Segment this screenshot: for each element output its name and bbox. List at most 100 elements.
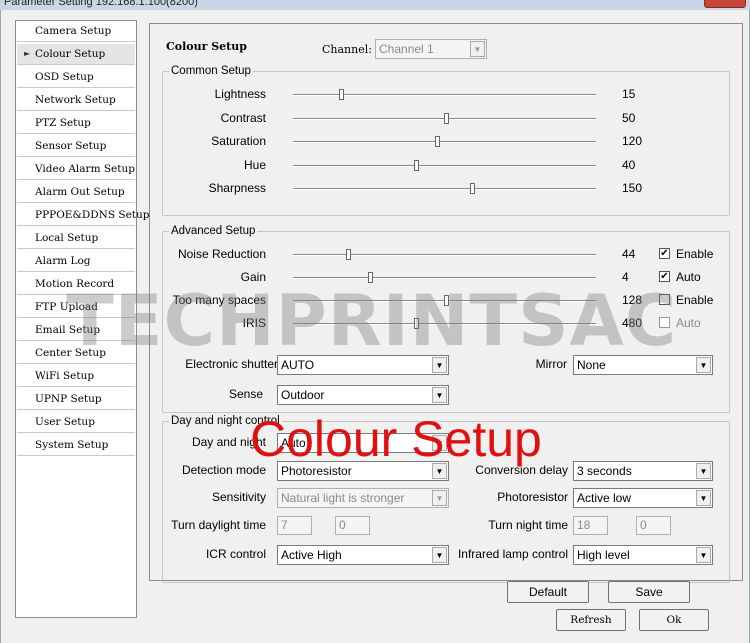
slider-thumb[interactable]	[444, 295, 449, 306]
slider[interactable]	[293, 112, 596, 125]
turn-night-hour-input[interactable]: 18	[573, 516, 608, 535]
sense-select[interactable]: Outdoor ▼	[277, 385, 449, 405]
sidebar-item-osd-setup[interactable]: OSD Setup	[17, 67, 135, 88]
slider[interactable]	[293, 136, 596, 148]
slider[interactable]	[293, 295, 596, 307]
slider-thumb[interactable]	[339, 89, 345, 100]
slider[interactable]	[293, 89, 596, 101]
advanced-setup-group: Advanced Setup Noise Reduction 44 ✔ Enable G…	[162, 224, 730, 413]
sidebar-item-video-alarm-setup[interactable]: Video Alarm Setup	[17, 159, 135, 180]
checkmark-icon: ✔	[660, 248, 669, 259]
sidebar-item-system-setup[interactable]: System Setup	[17, 435, 135, 456]
conversion-delay-label: Conversion delay	[475, 463, 568, 477]
slider-thumb[interactable]	[434, 136, 440, 147]
option-checkbox[interactable]	[659, 294, 670, 305]
slider-thumb[interactable]	[368, 272, 374, 283]
mirror-select[interactable]: None ▼	[573, 355, 713, 375]
sidebar-item-user-setup[interactable]: User Setup	[17, 412, 135, 433]
sidebar-item-ftp-upload[interactable]: FTP Upload	[17, 297, 135, 318]
sidebar-item-ptz-setup[interactable]: PTZ Setup	[17, 113, 135, 134]
common-setup-title: Common Setup	[169, 64, 253, 78]
chevron-down-icon: ▼	[432, 490, 447, 506]
option-checkbox-label: Enable	[676, 247, 714, 261]
turn-daylight-minute-input[interactable]: 0	[335, 516, 370, 535]
sidebar-item-label: Colour Setup	[35, 48, 106, 60]
window-title: Parameter Setting 192.168.1.100(8200)	[4, 0, 198, 8]
window-close-button[interactable]	[704, 0, 746, 8]
sidebar-item-camera-setup[interactable]: Camera Setup	[17, 21, 135, 42]
ok-button[interactable]: Ok	[639, 609, 709, 631]
sidebar-item-alarm-log[interactable]: Alarm Log	[17, 251, 135, 272]
sidebar-item-sensor-setup[interactable]: Sensor Setup	[17, 136, 135, 157]
sidebar-item-colour-setup[interactable]: ► Colour Setup	[17, 44, 135, 65]
slider-track	[293, 254, 596, 256]
checkmark-icon: ✔	[660, 271, 669, 282]
sidebar-item-network-setup[interactable]: Network Setup	[17, 90, 135, 111]
default-button[interactable]: Default	[507, 581, 589, 603]
chevron-down-icon: ▼	[432, 463, 447, 479]
slider-label: Contrast	[220, 110, 266, 125]
chevron-down-icon: ▼	[696, 357, 711, 373]
infrared-lamp-control-select[interactable]: High level ▼	[573, 545, 713, 565]
slider-value: 150	[622, 181, 643, 195]
refresh-button[interactable]: Refresh	[556, 609, 626, 631]
sidebar-item-email-setup[interactable]: Email Setup	[17, 320, 135, 341]
sidebar-item-label: Sensor Setup	[35, 140, 107, 152]
slider-label: Too many spaces	[172, 293, 266, 307]
icr-control-value: Active High	[281, 548, 342, 562]
photoresistor-select[interactable]: Active low ▼	[573, 488, 713, 508]
sidebar-item-label: Camera Setup	[35, 25, 112, 37]
slider[interactable]	[293, 183, 596, 195]
slider-thumb[interactable]	[469, 183, 475, 194]
sidebar-item-upnp-setup[interactable]: UPNP Setup	[17, 389, 135, 410]
slider[interactable]	[293, 318, 596, 330]
sidebar-item-label: Motion Record	[35, 278, 115, 290]
slider-thumb[interactable]	[413, 159, 419, 171]
sidebar-item-label: Local Setup	[35, 232, 99, 244]
option-checkbox[interactable]	[659, 317, 670, 328]
slider-thumb[interactable]	[345, 249, 351, 260]
slider-thumb[interactable]	[444, 112, 449, 124]
sidebar-item-alarm-out-setup[interactable]: Alarm Out Setup	[17, 182, 135, 203]
sidebar-item-label: Network Setup	[35, 94, 116, 106]
slider[interactable]	[293, 249, 596, 261]
common-setup-group: Common Setup Lightness 15 Contrast 50 Satura…	[162, 64, 730, 216]
channel-select[interactable]: Channel 1 ▼	[375, 39, 487, 59]
slider[interactable]	[293, 272, 596, 284]
save-button[interactable]: Save	[608, 581, 690, 603]
conversion-delay-value: 3 seconds	[577, 464, 632, 478]
chevron-down-icon: ▼	[432, 357, 447, 373]
sidebar-item-pppoe-ddns-setup[interactable]: PPPOE&DDNS Setup	[17, 205, 149, 226]
day-night-title: Day and night control	[169, 414, 282, 428]
option-checkbox-label: Enable	[676, 293, 714, 307]
option-checkbox[interactable]: ✔	[659, 248, 670, 259]
window-titlebar: Parameter Setting 192.168.1.100(8200)	[0, 0, 750, 10]
sidebar-item-motion-record[interactable]: Motion Record	[17, 274, 135, 295]
sidebar-item-local-setup[interactable]: Local Setup	[17, 228, 135, 249]
slider-label: Saturation	[211, 134, 266, 148]
slider-label: Noise Reduction	[177, 247, 266, 261]
slider-value: 128	[622, 293, 643, 307]
sidebar-item-center-setup[interactable]: Center Setup	[17, 343, 135, 364]
infrared-lamp-control-value: High level	[577, 548, 630, 562]
slider-thumb[interactable]	[413, 318, 419, 329]
option-checkbox[interactable]: ✔	[659, 271, 670, 282]
slider[interactable]	[293, 159, 596, 172]
turn-night-minute-input[interactable]: 0	[636, 516, 671, 535]
electronic-shutter-select[interactable]: AUTO ▼	[277, 355, 449, 375]
detection-mode-select[interactable]: Photoresistor ▼	[277, 461, 449, 481]
sidebar-item-label: System Setup	[35, 439, 109, 451]
sidebar-item-label: User Setup	[35, 416, 95, 428]
slider-value: 4	[622, 270, 629, 284]
turn-daylight-hour-input[interactable]: 7	[277, 516, 312, 535]
sidebar-item-label: Alarm Log	[35, 255, 91, 267]
sidebar-item-wifi-setup[interactable]: WiFi Setup	[17, 366, 135, 387]
icr-control-select[interactable]: Active High ▼	[277, 545, 449, 565]
sensitivity-select[interactable]: Natural light is stronger ▼	[277, 488, 449, 508]
chevron-down-icon: ▼	[696, 490, 711, 506]
sidebar-item-label: PPPOE&DDNS Setup	[35, 209, 150, 221]
detection-mode-label: Detection mode	[181, 463, 266, 477]
slider-track	[293, 323, 596, 325]
conversion-delay-select[interactable]: 3 seconds ▼	[573, 461, 713, 481]
day-and-night-select[interactable]: Auto ▼	[277, 433, 449, 453]
